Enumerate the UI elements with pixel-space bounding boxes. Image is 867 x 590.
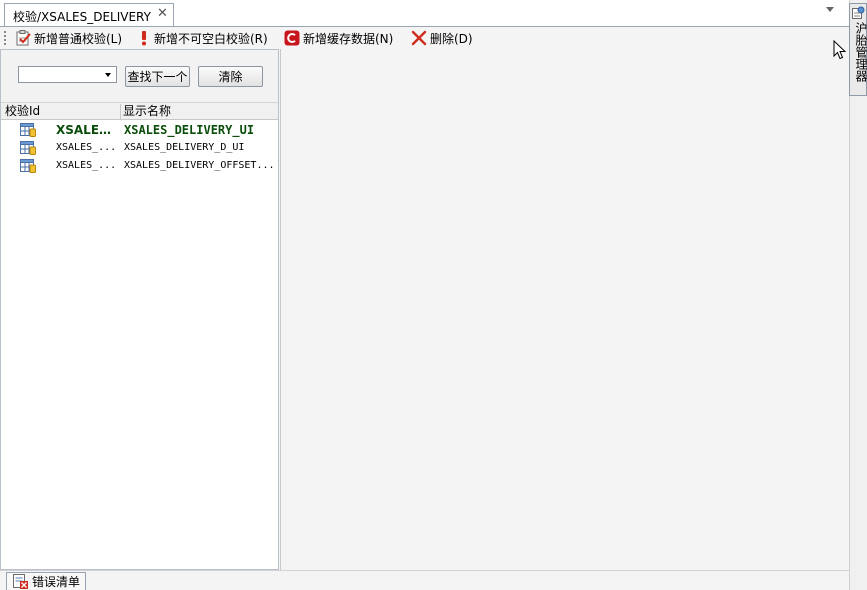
side-panel-tab[interactable]: 沪胎管理器 xyxy=(849,3,867,96)
cell-display-name: XSALES_DELIVERY_D_UI xyxy=(124,142,245,153)
cell-validation-id: XSALES_... xyxy=(56,160,117,171)
manager-icon xyxy=(852,6,865,19)
table-row[interactable]: XSALES_... XSALES_DELIVERY_OFFSET... xyxy=(1,157,278,175)
column-header-validation-id[interactable]: 校验Id xyxy=(5,103,117,120)
add-cache-data-button[interactable]: 新增缓存数据(N) xyxy=(284,29,393,47)
cell-validation-id: XSALES... xyxy=(56,123,118,137)
table-grid-icon xyxy=(20,141,36,155)
clear-button[interactable]: 清除 xyxy=(198,66,263,87)
error-list-label: 错误清单 xyxy=(32,575,81,589)
add-nonempty-validation-button[interactable]: 新增不可空白校验(R) xyxy=(137,29,268,47)
tab-list-dropdown-icon[interactable] xyxy=(826,7,834,12)
error-list-tab[interactable]: 错误清单 xyxy=(6,572,86,590)
delete-x-icon xyxy=(411,30,427,46)
cache-c-icon xyxy=(284,30,300,46)
cell-validation-id: XSALES_... xyxy=(56,142,117,153)
document-tab-title: 校验/XSALES_DELIVERY xyxy=(13,10,151,24)
cell-display-name: XSALES_DELIVERY_UI xyxy=(124,123,255,137)
add-cache-data-label: 新增缓存数据(N) xyxy=(303,31,394,46)
chevron-down-icon[interactable] xyxy=(105,73,111,77)
column-header-display-name[interactable]: 显示名称 xyxy=(123,103,273,120)
search-combo[interactable] xyxy=(18,66,117,83)
add-normal-validation-label: 新增普通校验(L) xyxy=(34,31,123,46)
grid-header: 校验Id 显示名称 xyxy=(1,102,278,120)
delete-label: 删除(D) xyxy=(430,31,473,46)
add-normal-validation-button[interactable]: 新增普通校验(L) xyxy=(15,29,122,47)
cell-display-name: XSALES_DELIVERY_OFFSET... xyxy=(124,160,275,171)
bottom-dock-bar xyxy=(0,570,849,590)
side-panel-label: 沪胎管理器 xyxy=(854,22,867,82)
table-row[interactable]: XSALES_... XSALES_DELIVERY_D_UI xyxy=(1,139,278,157)
table-row[interactable]: XSALES... XSALES_DELIVERY_UI xyxy=(1,121,278,139)
toolbar-grip[interactable] xyxy=(4,31,6,45)
exclamation-icon xyxy=(142,31,146,46)
checklist-icon xyxy=(16,30,31,46)
add-nonempty-validation-label: 新增不可空白校验(R) xyxy=(154,31,268,46)
table-grid-icon xyxy=(20,159,36,173)
detail-content-area xyxy=(280,49,847,570)
find-next-button[interactable]: 查找下一个 xyxy=(125,66,190,87)
close-icon[interactable]: ✕ xyxy=(157,6,168,21)
document-tab[interactable]: 校验/XSALES_DELIVERY ✕ xyxy=(4,3,174,26)
error-list-icon xyxy=(13,574,28,589)
mouse-cursor-icon xyxy=(833,40,847,60)
table-grid-icon xyxy=(20,123,36,137)
column-divider[interactable] xyxy=(120,104,121,119)
delete-button[interactable]: 删除(D) xyxy=(411,29,473,47)
